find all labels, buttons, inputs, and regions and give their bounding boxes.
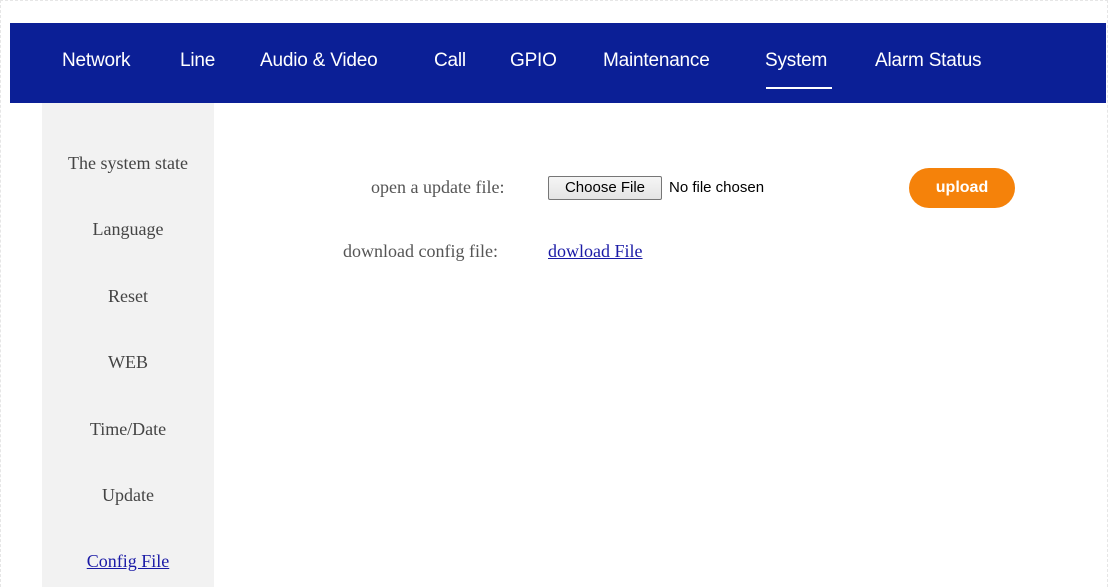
download-file-link[interactable]: dowload File	[548, 241, 643, 262]
sidebar-item-system-state[interactable]: The system state	[42, 153, 214, 174]
sidebar-item-update[interactable]: Update	[42, 485, 214, 506]
download-config-label: download config file:	[343, 241, 498, 261]
no-file-chosen-text: No file chosen	[669, 179, 765, 196]
nav-item-line[interactable]: Line	[180, 50, 215, 72]
nav-item-gpio[interactable]: GPIO	[510, 50, 557, 72]
sidebar-item-config-file[interactable]: Config File	[42, 551, 214, 572]
sidebar-item-time-date[interactable]: Time/Date	[42, 419, 214, 440]
upload-button[interactable]: upload	[909, 168, 1015, 208]
active-tab-underline	[766, 87, 832, 89]
choose-file-button[interactable]: Choose File	[548, 176, 662, 200]
nav-item-maintenance[interactable]: Maintenance	[603, 50, 710, 72]
nav-item-network[interactable]: Network	[62, 50, 130, 72]
top-navigation-bar: Network Line Audio & Video Call GPIO Mai…	[10, 23, 1106, 103]
sidebar-item-web[interactable]: WEB	[42, 352, 214, 373]
nav-item-call[interactable]: Call	[434, 50, 466, 72]
sidebar-item-language[interactable]: Language	[42, 219, 214, 240]
sidebar-item-reset[interactable]: Reset	[42, 286, 214, 307]
nav-item-system[interactable]: System	[765, 50, 827, 72]
sidebar: The system state Language Reset WEB Time…	[42, 103, 214, 587]
nav-item-audio-video[interactable]: Audio & Video	[260, 50, 378, 72]
nav-item-alarm-status[interactable]: Alarm Status	[875, 50, 982, 72]
update-file-label: open a update file:	[371, 177, 505, 197]
